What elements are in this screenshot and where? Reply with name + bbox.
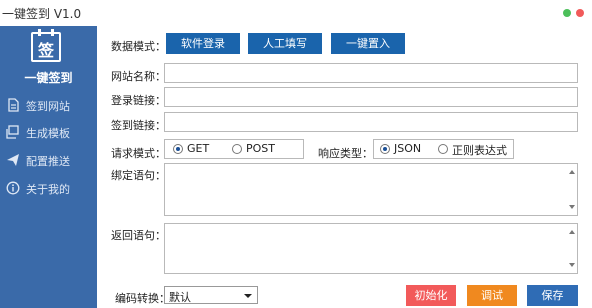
scroll-down-icon[interactable] [569, 205, 575, 209]
return-statement-textarea[interactable] [164, 223, 578, 274]
save-button[interactable]: 保存 [527, 285, 578, 306]
bind-statement-textarea[interactable] [164, 163, 578, 216]
chevron-down-icon [244, 294, 252, 298]
get-radio-label: GET [187, 142, 210, 155]
encoding-select[interactable]: 默认 [164, 286, 258, 304]
json-radio[interactable] [380, 144, 390, 154]
bind-statement-label: 绑定语句： [111, 169, 166, 182]
encoding-value: 默认 [169, 291, 191, 304]
sidebar-item-label: 签到网站 [26, 100, 70, 113]
window-title: 一键签到 V1.0 [2, 7, 82, 21]
logo: 签 [31, 29, 61, 62]
scroll-up-icon[interactable] [569, 170, 575, 174]
login-link-input[interactable] [164, 87, 578, 107]
send-icon [7, 154, 19, 166]
document-icon [8, 98, 19, 112]
sidebar-item-templates[interactable]: 生成模板 [0, 121, 97, 143]
sidebar-item-label: 关于我的 [26, 183, 70, 196]
request-mode-group: GET POST [164, 139, 304, 159]
post-radio-label: POST [246, 142, 275, 155]
stack-icon [6, 125, 19, 139]
site-name-label: 网站名称： [111, 70, 166, 83]
login-link-label: 登录链接： [111, 94, 166, 107]
sidebar-item-about[interactable]: 关于我的 [0, 177, 97, 199]
site-name-input[interactable] [164, 63, 578, 83]
scrollbar[interactable] [566, 164, 577, 215]
response-type-label: 响应类型： [318, 147, 373, 160]
sidebar-item-label: 配置推送 [26, 155, 70, 168]
get-radio[interactable] [173, 144, 183, 154]
minimize-button[interactable] [563, 9, 571, 17]
encoding-label: 编码转换： [115, 292, 170, 305]
sidebar: 签 一键签到 签到网站 生成模板 配置推送 关于我的 [0, 26, 97, 308]
scroll-up-icon[interactable] [569, 230, 575, 234]
sidebar-item-push[interactable]: 配置推送 [0, 149, 97, 171]
post-radio[interactable] [232, 144, 242, 154]
logo-glyph: 签 [37, 41, 54, 60]
request-mode-label: 请求模式： [111, 147, 166, 160]
json-radio-label: JSON [394, 142, 422, 155]
manual-fill-button[interactable]: 人工填写 [248, 33, 322, 54]
sidebar-item-sites[interactable]: 签到网站 [0, 94, 97, 116]
signin-link-input[interactable] [164, 112, 578, 132]
init-button[interactable]: 初始化 [406, 285, 456, 306]
title-bar: 一键签到 V1.0 [0, 0, 592, 26]
signin-link-label: 签到链接： [111, 119, 166, 132]
close-button[interactable] [576, 9, 584, 17]
debug-button[interactable]: 调试 [467, 285, 517, 306]
one-click-import-button[interactable]: 一键置入 [331, 33, 405, 54]
regex-radio[interactable] [438, 144, 448, 154]
return-statement-label: 返回语句： [111, 229, 166, 242]
scrollbar[interactable] [566, 224, 577, 273]
sidebar-item-label: 生成模板 [26, 127, 70, 140]
data-mode-label: 数据模式： [111, 40, 166, 53]
software-login-button[interactable]: 软件登录 [166, 33, 240, 54]
scroll-down-icon[interactable] [569, 263, 575, 267]
response-type-group: JSON 正则表达式 [373, 139, 514, 159]
brand-name: 一键签到 [24, 71, 73, 85]
info-icon [6, 181, 20, 195]
regex-radio-label: 正则表达式 [452, 144, 507, 157]
